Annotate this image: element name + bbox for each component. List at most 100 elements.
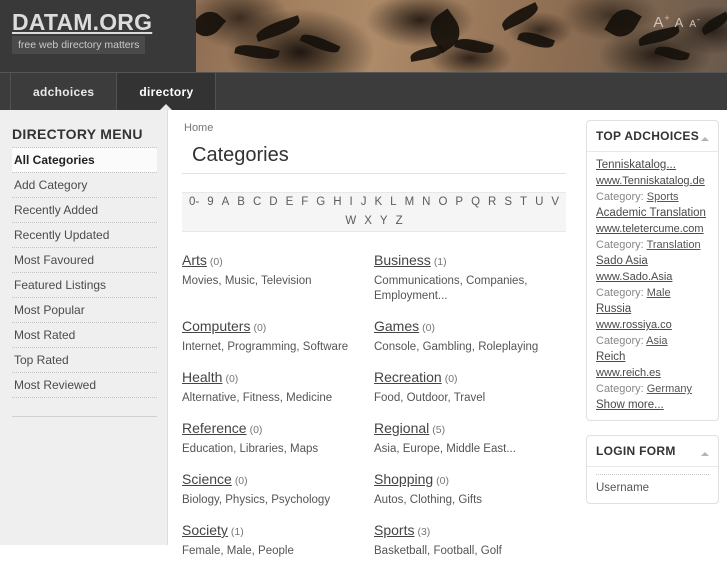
- alphabet-item[interactable]: F: [297, 193, 312, 212]
- font-size-decrease-button[interactable]: A-: [689, 15, 701, 30]
- sidebar-item-recently-updated[interactable]: Recently Updated: [12, 222, 157, 247]
- alphabet-item[interactable]: Q: [467, 193, 484, 212]
- alphabet-item[interactable]: T: [516, 193, 531, 212]
- alphabet-item[interactable]: M: [401, 193, 419, 212]
- category-link-sports[interactable]: Sports: [374, 522, 414, 538]
- category-link-arts[interactable]: Arts: [182, 252, 207, 268]
- sidebar-link-top-rated[interactable]: Top Rated: [12, 348, 157, 372]
- alphabet-link-w[interactable]: W: [341, 212, 360, 231]
- alphabet-item[interactable]: R: [484, 193, 500, 212]
- sidebar-link-recently-added[interactable]: Recently Added: [12, 198, 157, 222]
- sidebar-item-most-rated[interactable]: Most Rated: [12, 322, 157, 347]
- category-link-regional[interactable]: Regional: [374, 420, 429, 436]
- alphabet-link-o[interactable]: O: [434, 193, 451, 212]
- alphabet-item[interactable]: D: [265, 193, 281, 212]
- alphabet-item[interactable]: O: [434, 193, 451, 212]
- sidebar-item-most-reviewed[interactable]: Most Reviewed: [12, 372, 157, 398]
- adchoice-category-link[interactable]: Asia: [646, 335, 667, 347]
- alphabet-link-i[interactable]: I: [346, 193, 357, 212]
- tab-directory[interactable]: directory: [117, 73, 217, 110]
- category-link-games[interactable]: Games: [374, 318, 419, 334]
- breadcrumb-link-home[interactable]: Home: [184, 122, 213, 134]
- alphabet-item[interactable]: Z: [392, 212, 407, 231]
- alphabet-link-k[interactable]: K: [370, 193, 386, 212]
- sidebar-link-most-popular[interactable]: Most Popular: [12, 298, 157, 322]
- alphabet-link-q[interactable]: Q: [467, 193, 484, 212]
- alphabet-link-x[interactable]: X: [360, 212, 376, 231]
- alphabet-link-9[interactable]: 9: [203, 193, 217, 212]
- alphabet-item[interactable]: V: [547, 193, 563, 212]
- alphabet-item[interactable]: B: [233, 193, 249, 212]
- sidebar-link-all-categories[interactable]: All Categories: [12, 148, 157, 172]
- alphabet-item[interactable]: S: [500, 193, 516, 212]
- adchoice-title-link[interactable]: Reich: [596, 349, 709, 365]
- alphabet-link-j[interactable]: J: [357, 193, 371, 212]
- alphabet-link-t[interactable]: T: [516, 193, 531, 212]
- category-link-reference[interactable]: Reference: [182, 420, 247, 436]
- sidebar-item-all-categories[interactable]: All Categories: [12, 147, 157, 172]
- alphabet-item[interactable]: 0-: [185, 193, 203, 212]
- site-logo[interactable]: DATAM.ORG: [12, 9, 152, 36]
- sidebar-link-recently-updated[interactable]: Recently Updated: [12, 223, 157, 247]
- chevron-up-icon[interactable]: [701, 137, 709, 141]
- alphabet-link-c[interactable]: C: [249, 193, 265, 212]
- chevron-up-icon[interactable]: [701, 452, 709, 456]
- category-link-society[interactable]: Society: [182, 522, 228, 538]
- category-link-computers[interactable]: Computers: [182, 318, 250, 334]
- sidebar-item-most-popular[interactable]: Most Popular: [12, 297, 157, 322]
- adchoice-category-link[interactable]: Male: [647, 287, 671, 299]
- alphabet-link-b[interactable]: B: [233, 193, 249, 212]
- sidebar-link-featured-listings[interactable]: Featured Listings: [12, 273, 157, 297]
- alphabet-link-p[interactable]: P: [451, 193, 467, 212]
- sidebar-item-most-favoured[interactable]: Most Favoured: [12, 247, 157, 272]
- alphabet-link-r[interactable]: R: [484, 193, 500, 212]
- alphabet-item[interactable]: Y: [376, 212, 392, 231]
- sidebar-item-recently-added[interactable]: Recently Added: [12, 197, 157, 222]
- alphabet-link-0[interactable]: 0-: [185, 193, 203, 212]
- alphabet-link-u[interactable]: U: [531, 193, 547, 212]
- alphabet-item[interactable]: A: [218, 193, 234, 212]
- alphabet-item[interactable]: I: [346, 193, 357, 212]
- sidebar-link-most-rated[interactable]: Most Rated: [12, 323, 157, 347]
- adchoice-url-link[interactable]: www.teletercume.com: [596, 221, 709, 237]
- alphabet-item[interactable]: U: [531, 193, 547, 212]
- show-more-link[interactable]: Show more...: [596, 399, 709, 411]
- sidebar-item-add-category[interactable]: Add Category: [12, 172, 157, 197]
- sidebar-item-featured-listings[interactable]: Featured Listings: [12, 272, 157, 297]
- category-link-shopping[interactable]: Shopping: [374, 471, 433, 487]
- alphabet-link-e[interactable]: E: [282, 193, 298, 212]
- alphabet-item[interactable]: X: [360, 212, 376, 231]
- alphabet-item[interactable]: E: [282, 193, 298, 212]
- adchoice-category-link[interactable]: Sports: [647, 191, 679, 203]
- adchoice-category-link[interactable]: Germany: [647, 383, 692, 395]
- alphabet-link-f[interactable]: F: [297, 193, 312, 212]
- adchoice-url-link[interactable]: www.Tenniskatalog.de: [596, 173, 709, 189]
- category-link-recreation[interactable]: Recreation: [374, 369, 442, 385]
- alphabet-item[interactable]: C: [249, 193, 265, 212]
- sidebar-link-add-category[interactable]: Add Category: [12, 173, 157, 197]
- alphabet-item[interactable]: W: [341, 212, 360, 231]
- adchoice-url-link[interactable]: www.Sado.Asia: [596, 269, 709, 285]
- alphabet-link-y[interactable]: Y: [376, 212, 392, 231]
- adchoice-url-link[interactable]: www.rossiya.co: [596, 317, 709, 333]
- alphabet-link-d[interactable]: D: [265, 193, 281, 212]
- alphabet-link-s[interactable]: S: [500, 193, 516, 212]
- category-link-business[interactable]: Business: [374, 252, 431, 268]
- alphabet-link-z[interactable]: Z: [392, 212, 407, 231]
- category-link-science[interactable]: Science: [182, 471, 232, 487]
- alphabet-item[interactable]: N: [418, 193, 434, 212]
- font-size-increase-button[interactable]: A+: [653, 13, 670, 31]
- alphabet-item[interactable]: J: [357, 193, 371, 212]
- font-size-normal-button[interactable]: A: [675, 15, 685, 30]
- adchoice-title-link[interactable]: Tenniskatalog...: [596, 157, 709, 173]
- alphabet-link-m[interactable]: M: [401, 193, 419, 212]
- alphabet-item[interactable]: 9: [203, 193, 217, 212]
- alphabet-link-v[interactable]: V: [547, 193, 563, 212]
- tab-adchoices[interactable]: adchoices: [11, 73, 118, 110]
- category-link-health[interactable]: Health: [182, 369, 222, 385]
- alphabet-link-g[interactable]: G: [312, 193, 329, 212]
- adchoice-url-link[interactable]: www.reich.es: [596, 365, 709, 381]
- alphabet-link-h[interactable]: H: [329, 193, 345, 212]
- alphabet-item[interactable]: K: [370, 193, 386, 212]
- sidebar-link-most-reviewed[interactable]: Most Reviewed: [12, 373, 157, 397]
